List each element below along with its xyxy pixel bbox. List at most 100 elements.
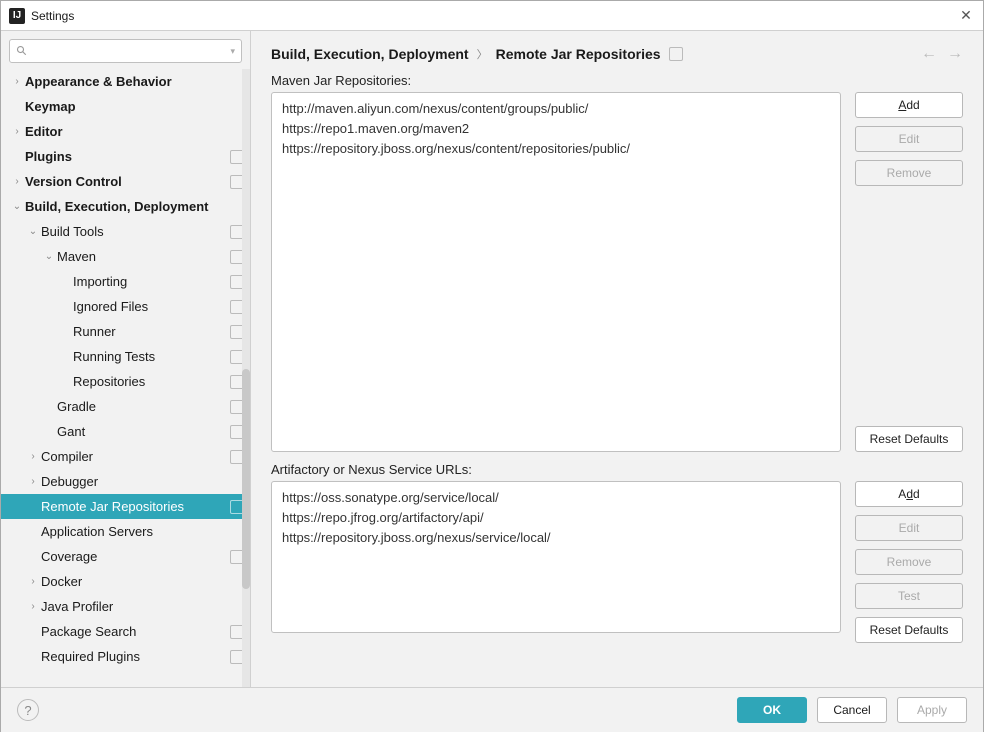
tree-item-label: Editor [25,124,244,139]
artifactory-remove-button: Remove [855,549,963,575]
tree-item-label: Gant [57,424,226,439]
tree-item-label: Appearance & Behavior [25,74,244,89]
tree-item-required-plugins[interactable]: Required Plugins [1,644,250,669]
title-bar: IJ Settings ✕ [1,1,983,31]
tree-item-label: Keymap [25,99,244,114]
back-icon[interactable]: ← [921,45,937,63]
tree-item-importing[interactable]: Importing [1,269,250,294]
tree-item-label: Application Servers [41,524,244,539]
list-item[interactable]: https://oss.sonatype.org/service/local/ [282,488,830,508]
tree-item-label: Package Search [41,624,226,639]
list-item[interactable]: http://maven.aliyun.com/nexus/content/gr… [282,99,830,119]
chevron-right-icon[interactable]: › [11,76,23,87]
tree-item-label: Coverage [41,549,226,564]
tree-item-label: Version Control [25,174,226,189]
artifactory-edit-button: Edit [855,515,963,541]
tree-item-package-search[interactable]: Package Search [1,619,250,644]
tree-item-label: Debugger [41,474,244,489]
artifactory-add-button[interactable]: Add [855,481,963,507]
tree-item-docker[interactable]: ›Docker [1,569,250,594]
tree-item-build-tools[interactable]: ⌄Build Tools [1,219,250,244]
settings-tree[interactable]: ›Appearance & BehaviorKeymap›EditorPlugi… [1,69,250,687]
maven-list[interactable]: http://maven.aliyun.com/nexus/content/gr… [271,92,841,452]
tree-item-plugins[interactable]: Plugins [1,144,250,169]
dialog-footer: ? OK Cancel Apply [1,687,983,732]
list-item[interactable]: https://repository.jboss.org/nexus/servi… [282,528,830,548]
tree-item-gradle[interactable]: Gradle [1,394,250,419]
maven-panel: Maven Jar Repositories: http://maven.ali… [251,73,983,462]
tree-item-debugger[interactable]: ›Debugger [1,469,250,494]
chevron-right-icon[interactable]: › [27,576,39,587]
window-title: Settings [31,9,957,23]
tree-item-remote-jar-repositories[interactable]: Remote Jar Repositories [1,494,250,519]
tree-item-application-servers[interactable]: Application Servers [1,519,250,544]
maven-edit-button: Edit [855,126,963,152]
chevron-down-icon[interactable]: ⌄ [11,201,23,212]
tree-item-label: Compiler [41,449,226,464]
apply-button: Apply [897,697,967,723]
tree-item-ignored-files[interactable]: Ignored Files [1,294,250,319]
tree-item-maven[interactable]: ⌄Maven [1,244,250,269]
maven-add-button[interactable]: Add [855,92,963,118]
cancel-button[interactable]: Cancel [817,697,887,723]
tree-item-label: Docker [41,574,244,589]
tree-item-label: Java Profiler [41,599,244,614]
search-icon [16,44,30,58]
tree-item-label: Maven [57,249,226,264]
tree-item-label: Repositories [73,374,226,389]
chevron-right-icon[interactable]: › [11,176,23,187]
chevron-right-icon[interactable]: › [27,601,39,612]
artifactory-panel: Artifactory or Nexus Service URLs: https… [251,462,983,653]
breadcrumb-current: Remote Jar Repositories [496,46,661,62]
settings-sidebar: ▾ ›Appearance & BehaviorKeymap›EditorPlu… [1,31,251,687]
close-icon[interactable]: ✕ [957,7,975,24]
ok-button[interactable]: OK [737,697,807,723]
tree-item-label: Ignored Files [73,299,226,314]
chevron-down-icon[interactable]: ▾ [230,46,235,57]
tree-item-editor[interactable]: ›Editor [1,119,250,144]
chevron-right-icon[interactable]: › [27,476,39,487]
chevron-right-icon: 〉 [477,46,488,62]
tree-item-running-tests[interactable]: Running Tests [1,344,250,369]
artifactory-label: Artifactory or Nexus Service URLs: [271,462,963,477]
chevron-down-icon[interactable]: ⌄ [43,251,55,262]
tree-item-coverage[interactable]: Coverage [1,544,250,569]
tree-item-appearance-behavior[interactable]: ›Appearance & Behavior [1,69,250,94]
scrollbar-thumb[interactable] [242,369,250,589]
tree-item-build-execution-deployment[interactable]: ⌄Build, Execution, Deployment [1,194,250,219]
list-item[interactable]: https://repo1.maven.org/maven2 [282,119,830,139]
tree-item-gant[interactable]: Gant [1,419,250,444]
artifactory-list[interactable]: https://oss.sonatype.org/service/local/h… [271,481,841,633]
chevron-right-icon[interactable]: › [11,126,23,137]
help-icon[interactable]: ? [17,699,39,721]
tree-item-compiler[interactable]: ›Compiler [1,444,250,469]
maven-remove-button: Remove [855,160,963,186]
tree-item-java-profiler[interactable]: ›Java Profiler [1,594,250,619]
tree-item-label: Runner [73,324,226,339]
tree-item-version-control[interactable]: ›Version Control [1,169,250,194]
maven-reset-button[interactable]: Reset Defaults [855,426,963,452]
scrollbar-track[interactable] [242,69,250,687]
breadcrumb: Build, Execution, Deployment 〉 Remote Ja… [251,31,983,73]
forward-icon[interactable]: → [947,45,963,63]
search-input-wrapper[interactable]: ▾ [9,39,242,63]
tree-item-label: Gradle [57,399,226,414]
chevron-right-icon[interactable]: › [27,451,39,462]
tree-item-label: Build, Execution, Deployment [25,199,244,214]
tree-item-label: Required Plugins [41,649,226,664]
tree-item-label: Remote Jar Repositories [41,499,226,514]
artifactory-reset-button[interactable]: Reset Defaults [855,617,963,643]
tree-item-label: Importing [73,274,226,289]
list-item[interactable]: https://repository.jboss.org/nexus/conte… [282,139,830,159]
chevron-down-icon[interactable]: ⌄ [27,226,39,237]
scope-icon [669,47,683,61]
breadcrumb-parent[interactable]: Build, Execution, Deployment [271,46,469,62]
search-input[interactable] [34,44,230,58]
tree-item-repositories[interactable]: Repositories [1,369,250,394]
tree-item-keymap[interactable]: Keymap [1,94,250,119]
tree-item-runner[interactable]: Runner [1,319,250,344]
artifactory-test-button: Test [855,583,963,609]
tree-item-label: Plugins [25,149,226,164]
list-item[interactable]: https://repo.jfrog.org/artifactory/api/ [282,508,830,528]
maven-label: Maven Jar Repositories: [271,73,963,88]
